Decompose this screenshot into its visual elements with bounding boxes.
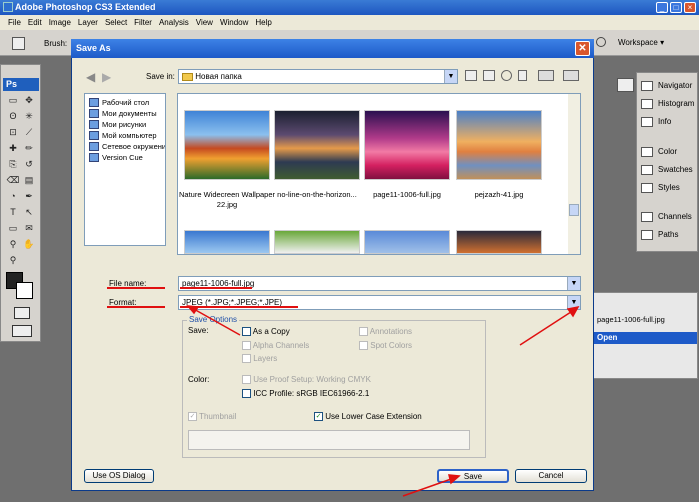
annotation-arrows <box>186 305 580 497</box>
